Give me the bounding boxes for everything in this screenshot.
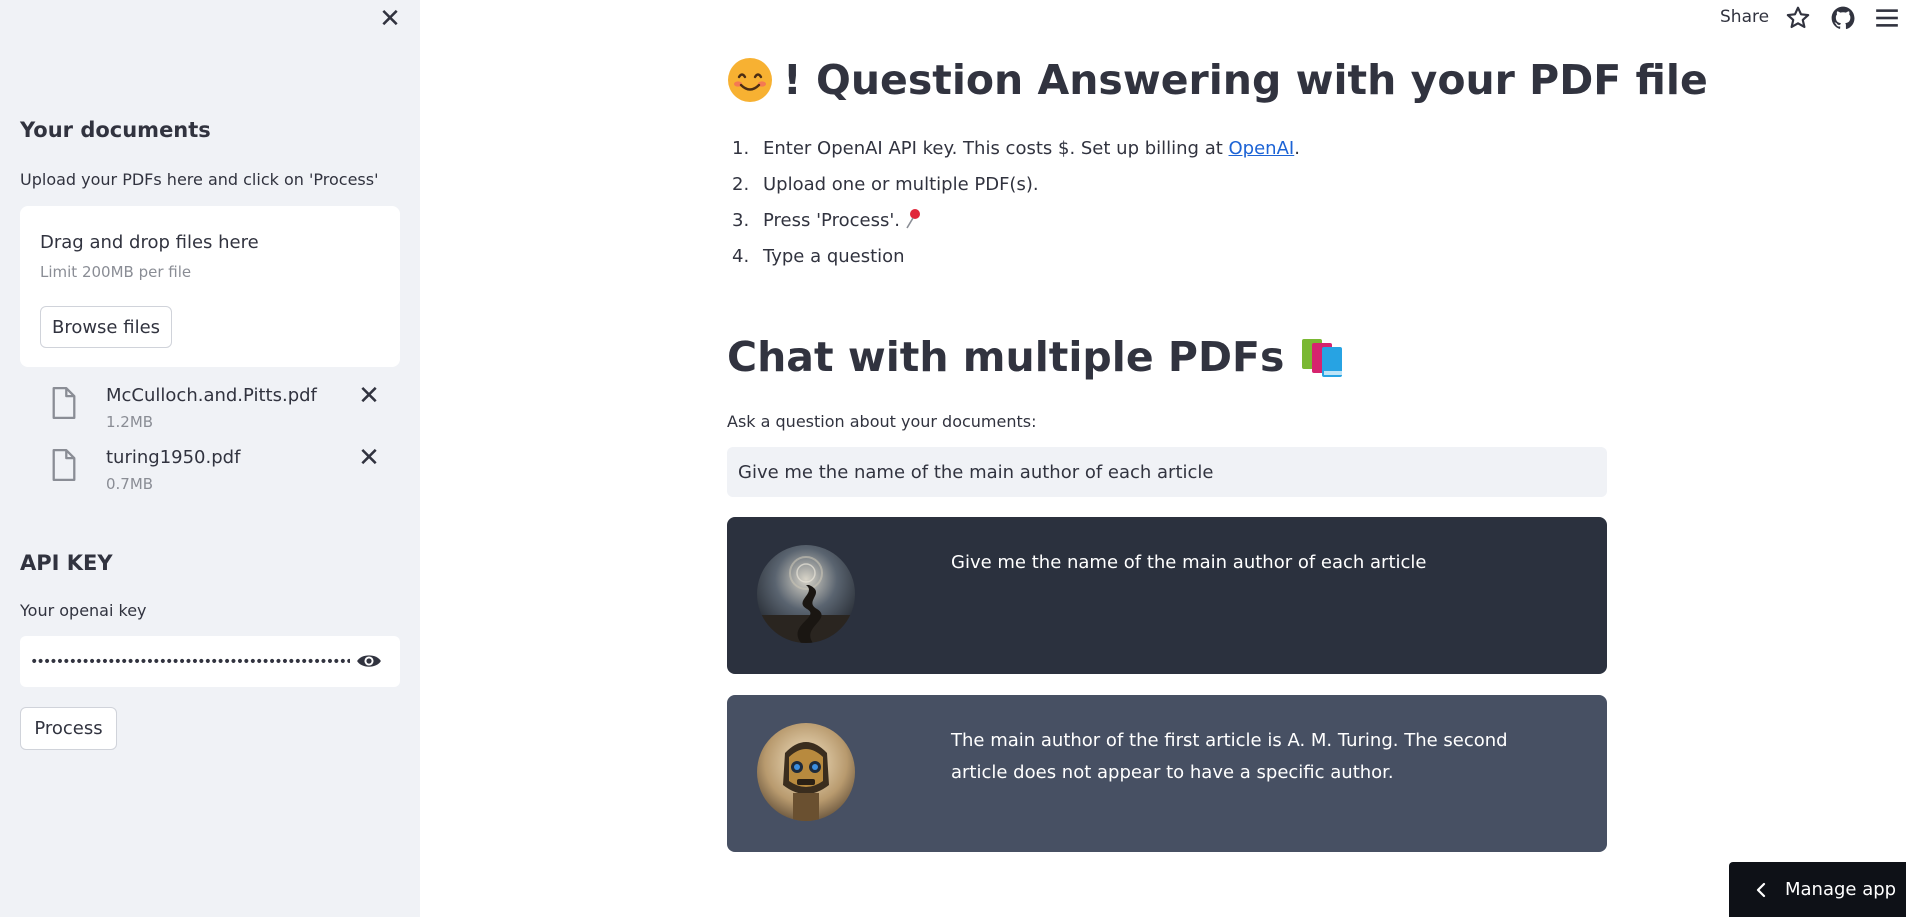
file-name: turing1950.pdf — [106, 447, 241, 468]
file-size: 0.7MB — [106, 475, 154, 493]
step-text: Press 'Process'. — [763, 210, 900, 231]
step-number: 3. — [732, 210, 750, 231]
user-message: Give me the name of the main author of e… — [727, 517, 1607, 674]
instruction-step: 4. Type a question — [732, 244, 1300, 280]
remove-file-icon[interactable]: ✕ — [356, 383, 382, 409]
api-key-input[interactable] — [30, 636, 350, 687]
api-key-field — [20, 636, 400, 687]
dropzone-limit: Limit 200MB per file — [40, 263, 192, 281]
process-button[interactable]: Process — [20, 707, 117, 750]
eye-icon[interactable] — [356, 650, 382, 672]
api-key-heading: API KEY — [20, 551, 113, 575]
api-key-label: Your openai key — [20, 601, 147, 620]
dropzone-title: Drag and drop files here — [40, 232, 259, 253]
file-dropzone[interactable]: Drag and drop files here Limit 200MB per… — [20, 206, 400, 367]
instruction-step: 2. Upload one or multiple PDF(s). — [732, 172, 1300, 208]
file-name: McCulloch.and.Pitts.pdf — [106, 385, 317, 406]
question-input[interactable] — [727, 447, 1607, 497]
documents-heading: Your documents — [20, 118, 211, 142]
sidebar: ✕ Your documents Upload your PDFs here a… — [0, 0, 420, 917]
step-text: Upload one or multiple PDF(s). — [763, 174, 1039, 195]
uploaded-file-item: turing1950.pdf 0.7MB ✕ — [20, 445, 400, 499]
hamburger-menu-icon[interactable] — [1874, 6, 1900, 30]
user-avatar — [757, 545, 855, 643]
file-icon — [52, 387, 76, 419]
file-icon — [52, 449, 76, 481]
bot-message-text: The main author of the first article is … — [951, 730, 1508, 783]
manage-app-button[interactable]: Manage app — [1729, 862, 1906, 917]
page-title: ! Question Answering with your PDF file — [727, 56, 1708, 104]
bot-avatar — [757, 723, 855, 821]
browse-files-button[interactable]: Browse files — [40, 306, 172, 348]
file-size: 1.2MB — [106, 413, 154, 431]
step-text-end: . — [1294, 138, 1300, 159]
smiling-face-icon — [728, 58, 772, 102]
manage-app-label: Manage app — [1785, 879, 1897, 900]
page-title-text: ! Question Answering with your PDF file — [783, 56, 1708, 104]
instruction-step: 3. Press 'Process'. — [732, 208, 1300, 244]
step-number: 4. — [732, 246, 750, 267]
openai-link[interactable]: OpenAI — [1229, 138, 1295, 159]
upload-caption: Upload your PDFs here and click on 'Proc… — [20, 170, 379, 189]
share-button[interactable]: Share — [1720, 7, 1769, 27]
chevron-left-icon — [1756, 882, 1766, 897]
chat-heading-text: Chat with multiple PDFs — [727, 333, 1285, 381]
step-number: 2. — [732, 174, 750, 195]
chat-heading: Chat with multiple PDFs — [727, 333, 1348, 381]
uploaded-file-item: McCulloch.and.Pitts.pdf 1.2MB ✕ — [20, 383, 400, 437]
question-label: Ask a question about your documents: — [727, 412, 1037, 431]
books-icon — [1302, 339, 1343, 377]
github-icon[interactable] — [1830, 5, 1856, 31]
step-text: Enter OpenAI API key. This costs $. Set … — [763, 138, 1229, 159]
close-sidebar-icon[interactable]: ✕ — [377, 6, 403, 32]
star-icon[interactable] — [1785, 5, 1811, 31]
instructions-list: 1. Enter OpenAI API key. This costs $. S… — [732, 136, 1300, 280]
bot-message: The main author of the first article is … — [727, 695, 1607, 852]
remove-file-icon[interactable]: ✕ — [356, 445, 382, 471]
pushpin-icon — [906, 209, 920, 229]
step-number: 1. — [732, 138, 750, 159]
step-text: Type a question — [763, 246, 905, 267]
instruction-step: 1. Enter OpenAI API key. This costs $. S… — [732, 136, 1300, 172]
user-message-text: Give me the name of the main author of e… — [951, 552, 1427, 573]
